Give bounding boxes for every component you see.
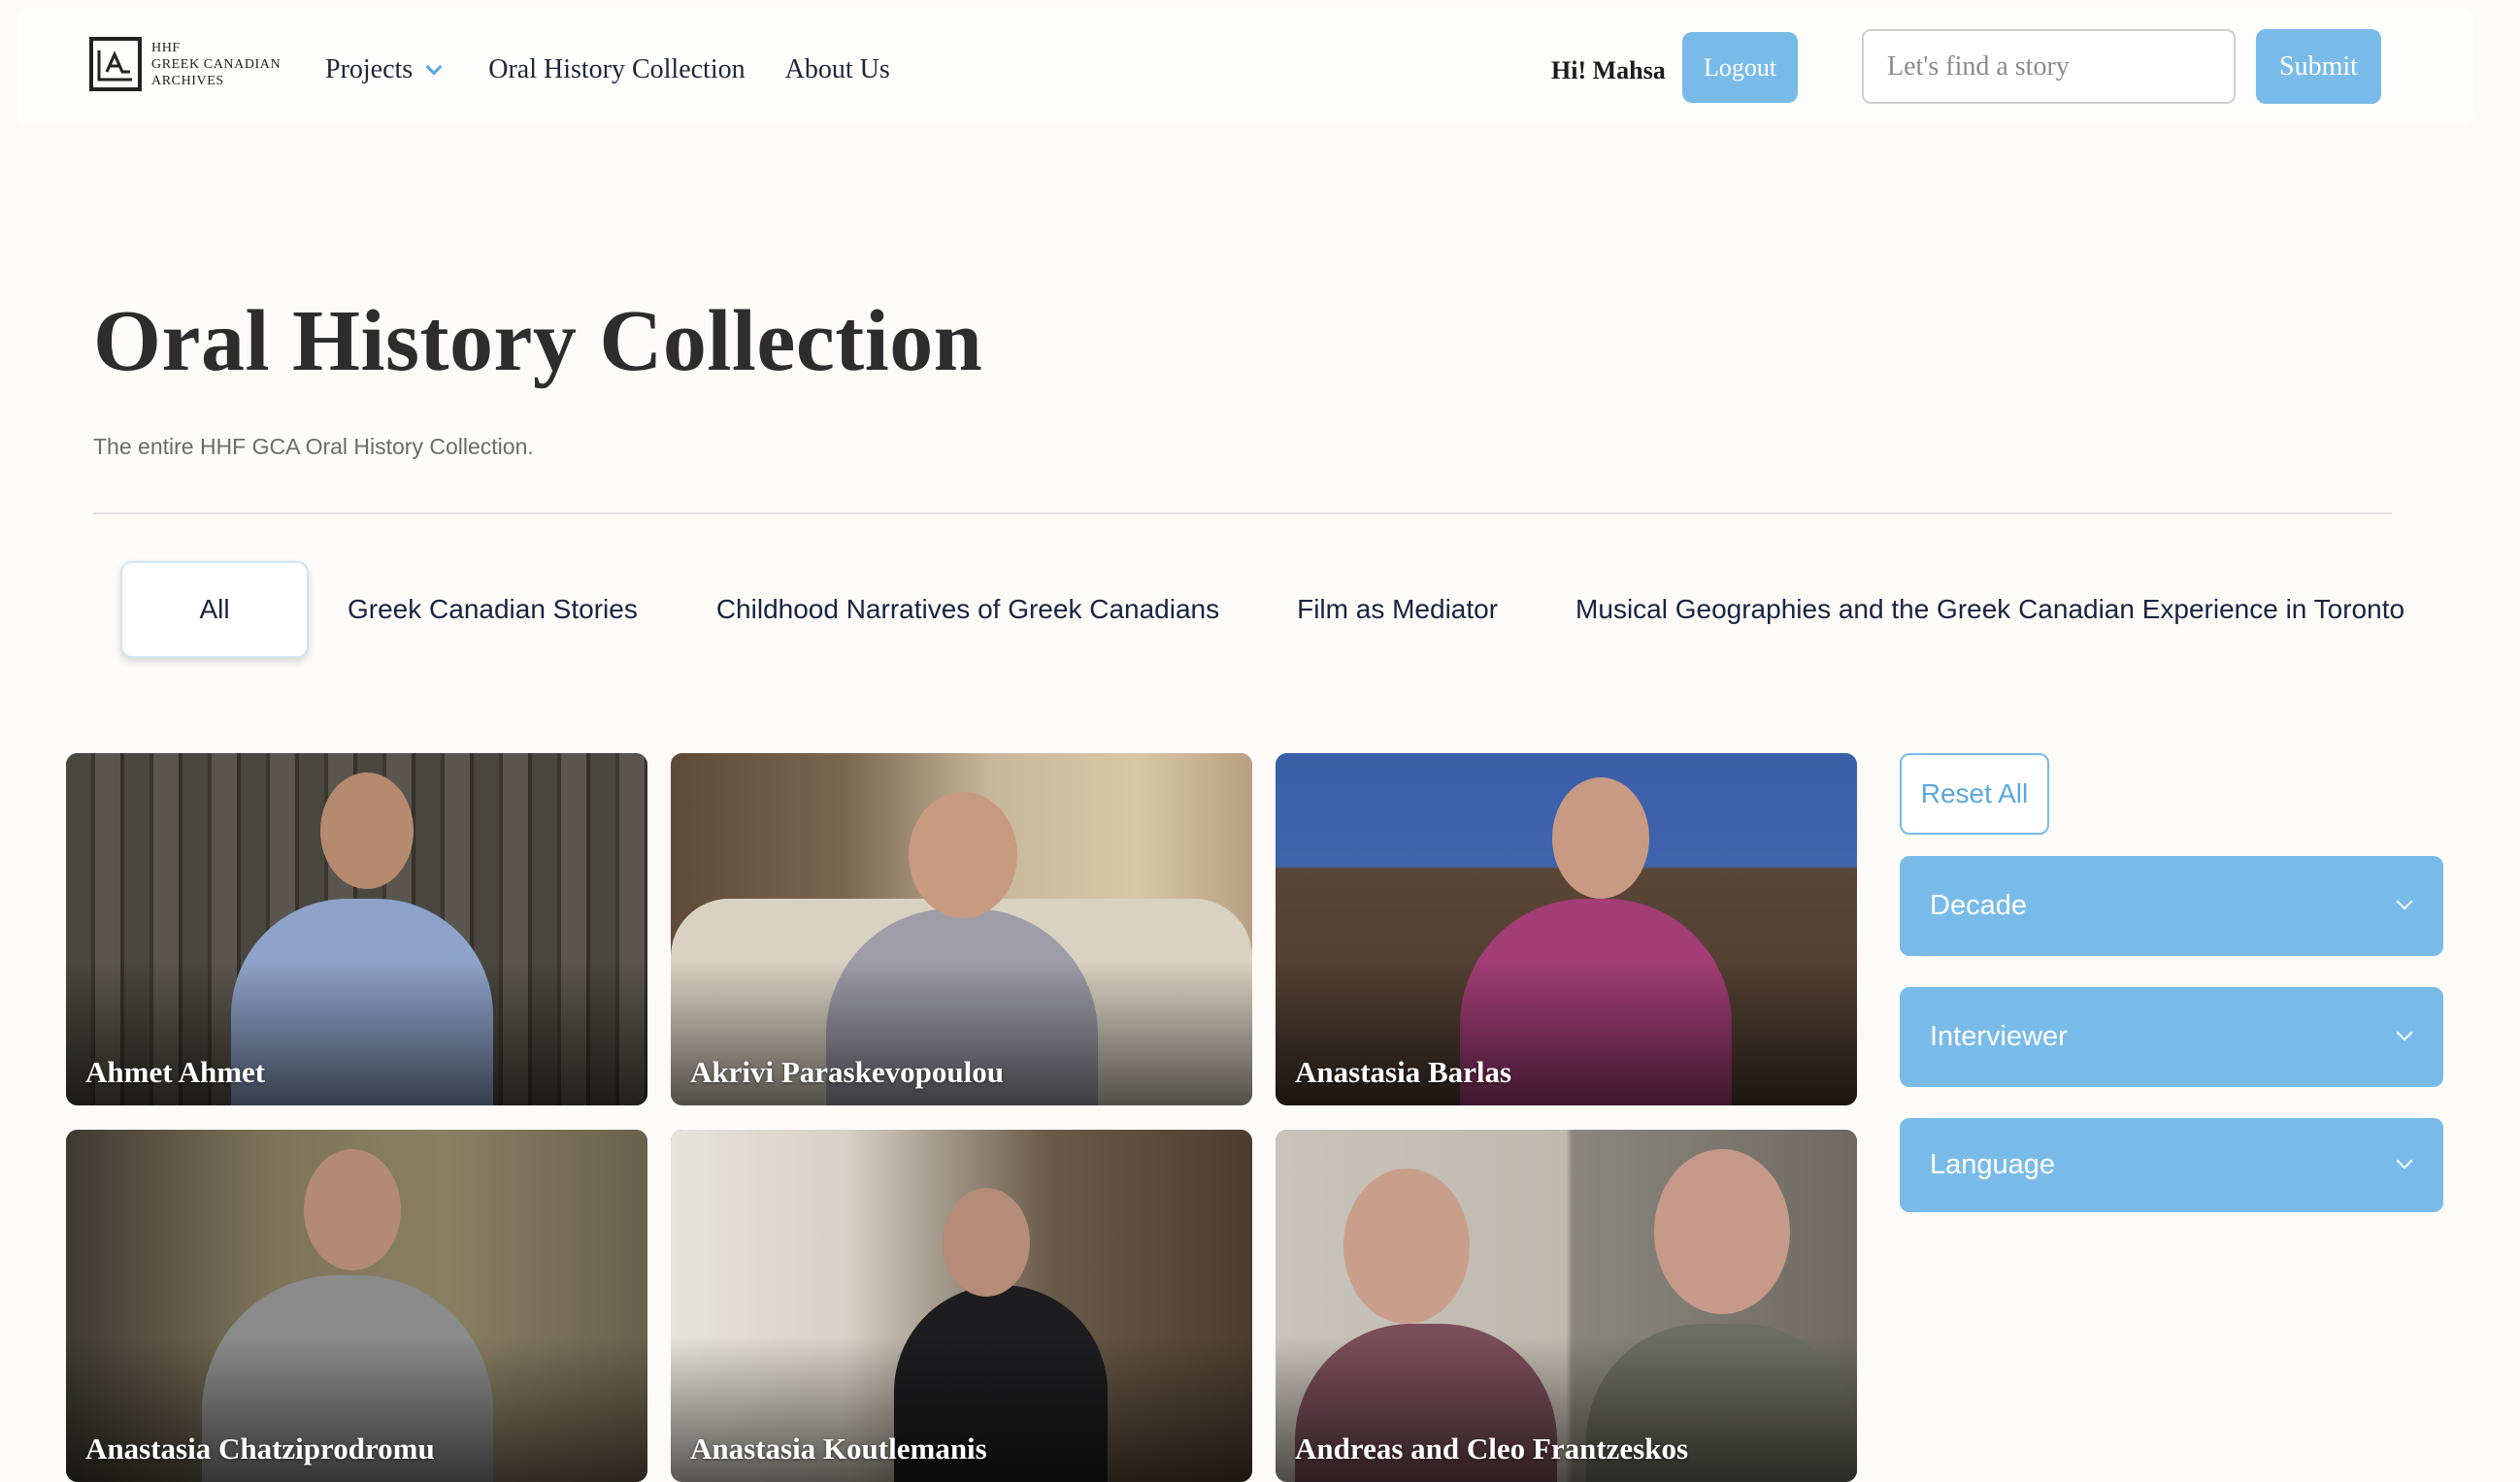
card-title: Anastasia Koutlemanis [690, 1432, 987, 1466]
tab-label: All [199, 594, 230, 624]
header-divider [93, 512, 2392, 514]
card-title: Anastasia Chatziprodromu [85, 1432, 435, 1466]
user-greeting: Hi! Mahsa [1551, 56, 1666, 84]
submit-button[interactable]: Submit [2256, 29, 2381, 104]
story-card[interactable]: Anastasia Chatziprodromu [66, 1130, 647, 1482]
filter-interviewer-dropdown[interactable]: Interviewer [1900, 987, 2443, 1087]
nav-projects-dropdown[interactable]: Projects [325, 54, 443, 85]
card-photo-subject [320, 773, 414, 889]
card-photo-subject [1654, 1149, 1790, 1314]
filter-label: Decade [1930, 890, 2027, 921]
nav-about-link[interactable]: About Us [785, 54, 890, 85]
nav-oral-history-link[interactable]: Oral History Collection [488, 54, 745, 85]
card-title: Ahmet Ahmet [85, 1055, 266, 1089]
logo-text: HHF GREEK CANADIAN ARCHIVES [151, 40, 281, 89]
nav-projects-label: Projects [325, 54, 414, 84]
nav-about-label: About Us [784, 54, 890, 84]
filter-decade-dropdown[interactable]: Decade [1900, 856, 2443, 956]
card-photo-subject [909, 792, 1017, 918]
card-title: Akrivi Paraskevopoulou [690, 1055, 1004, 1089]
reset-all-button[interactable]: Reset All [1900, 753, 2049, 835]
logo-line: ARCHIVES [151, 73, 224, 88]
filter-language-dropdown[interactable]: Language [1900, 1118, 2443, 1212]
site-logo[interactable]: HHF GREEK CANADIAN ARCHIVES [89, 37, 281, 91]
logout-button[interactable]: Logout [1682, 32, 1798, 103]
filter-label: Language [1930, 1149, 2056, 1180]
card-title: Anastasia Barlas [1295, 1055, 1512, 1089]
chevron-down-icon [2396, 1152, 2413, 1169]
card-photo-subject [304, 1149, 401, 1270]
story-card[interactable]: Anastasia Barlas [1276, 753, 1857, 1105]
main-nav: Projects Oral History Collection About U… [325, 54, 890, 85]
tab-film-as-mediator[interactable]: Film as Mediator [1297, 594, 1498, 625]
tab-all[interactable]: All [120, 561, 309, 658]
story-card[interactable]: Anastasia Koutlemanis [671, 1130, 1252, 1482]
nav-oral-history-label: Oral History Collection [488, 54, 746, 84]
card-photo-subject [1343, 1169, 1470, 1324]
tab-childhood-narratives[interactable]: Childhood Narratives of Greek Canadians [716, 594, 1219, 625]
chevron-down-icon [2396, 893, 2413, 909]
story-card-grid: Ahmet Ahmet Akrivi Paraskevopoulou Anast… [66, 753, 1858, 1482]
card-title: Andreas and Cleo Frantzeskos [1295, 1432, 1689, 1466]
tab-musical-geographies[interactable]: Musical Geographies and the Greek Canadi… [1575, 594, 2404, 625]
chevron-down-icon [425, 58, 443, 76]
page-title: Oral History Collection [93, 293, 983, 389]
search-input[interactable] [1862, 29, 2236, 104]
top-navbar: HHF GREEK CANADIAN ARCHIVES Projects Ora… [17, 8, 2473, 124]
logo-mark-icon [89, 37, 142, 91]
tab-greek-canadian-stories[interactable]: Greek Canadian Stories [348, 594, 638, 625]
story-card[interactable]: Akrivi Paraskevopoulou [671, 753, 1252, 1105]
project-tabs: All Greek Canadian Stories Childhood Nar… [120, 561, 2404, 658]
logo-line: GREEK CANADIAN [151, 56, 282, 72]
filter-label: Interviewer [1930, 1021, 2068, 1052]
card-photo-subject [1552, 777, 1649, 899]
logo-line: HHF [151, 40, 181, 55]
card-photo-subject [943, 1188, 1030, 1297]
story-card[interactable]: Ahmet Ahmet [66, 753, 647, 1105]
chevron-down-icon [2396, 1024, 2413, 1040]
page-subtitle: The entire HHF GCA Oral History Collecti… [93, 434, 534, 459]
story-card[interactable]: Andreas and Cleo Frantzeskos [1276, 1130, 1857, 1482]
